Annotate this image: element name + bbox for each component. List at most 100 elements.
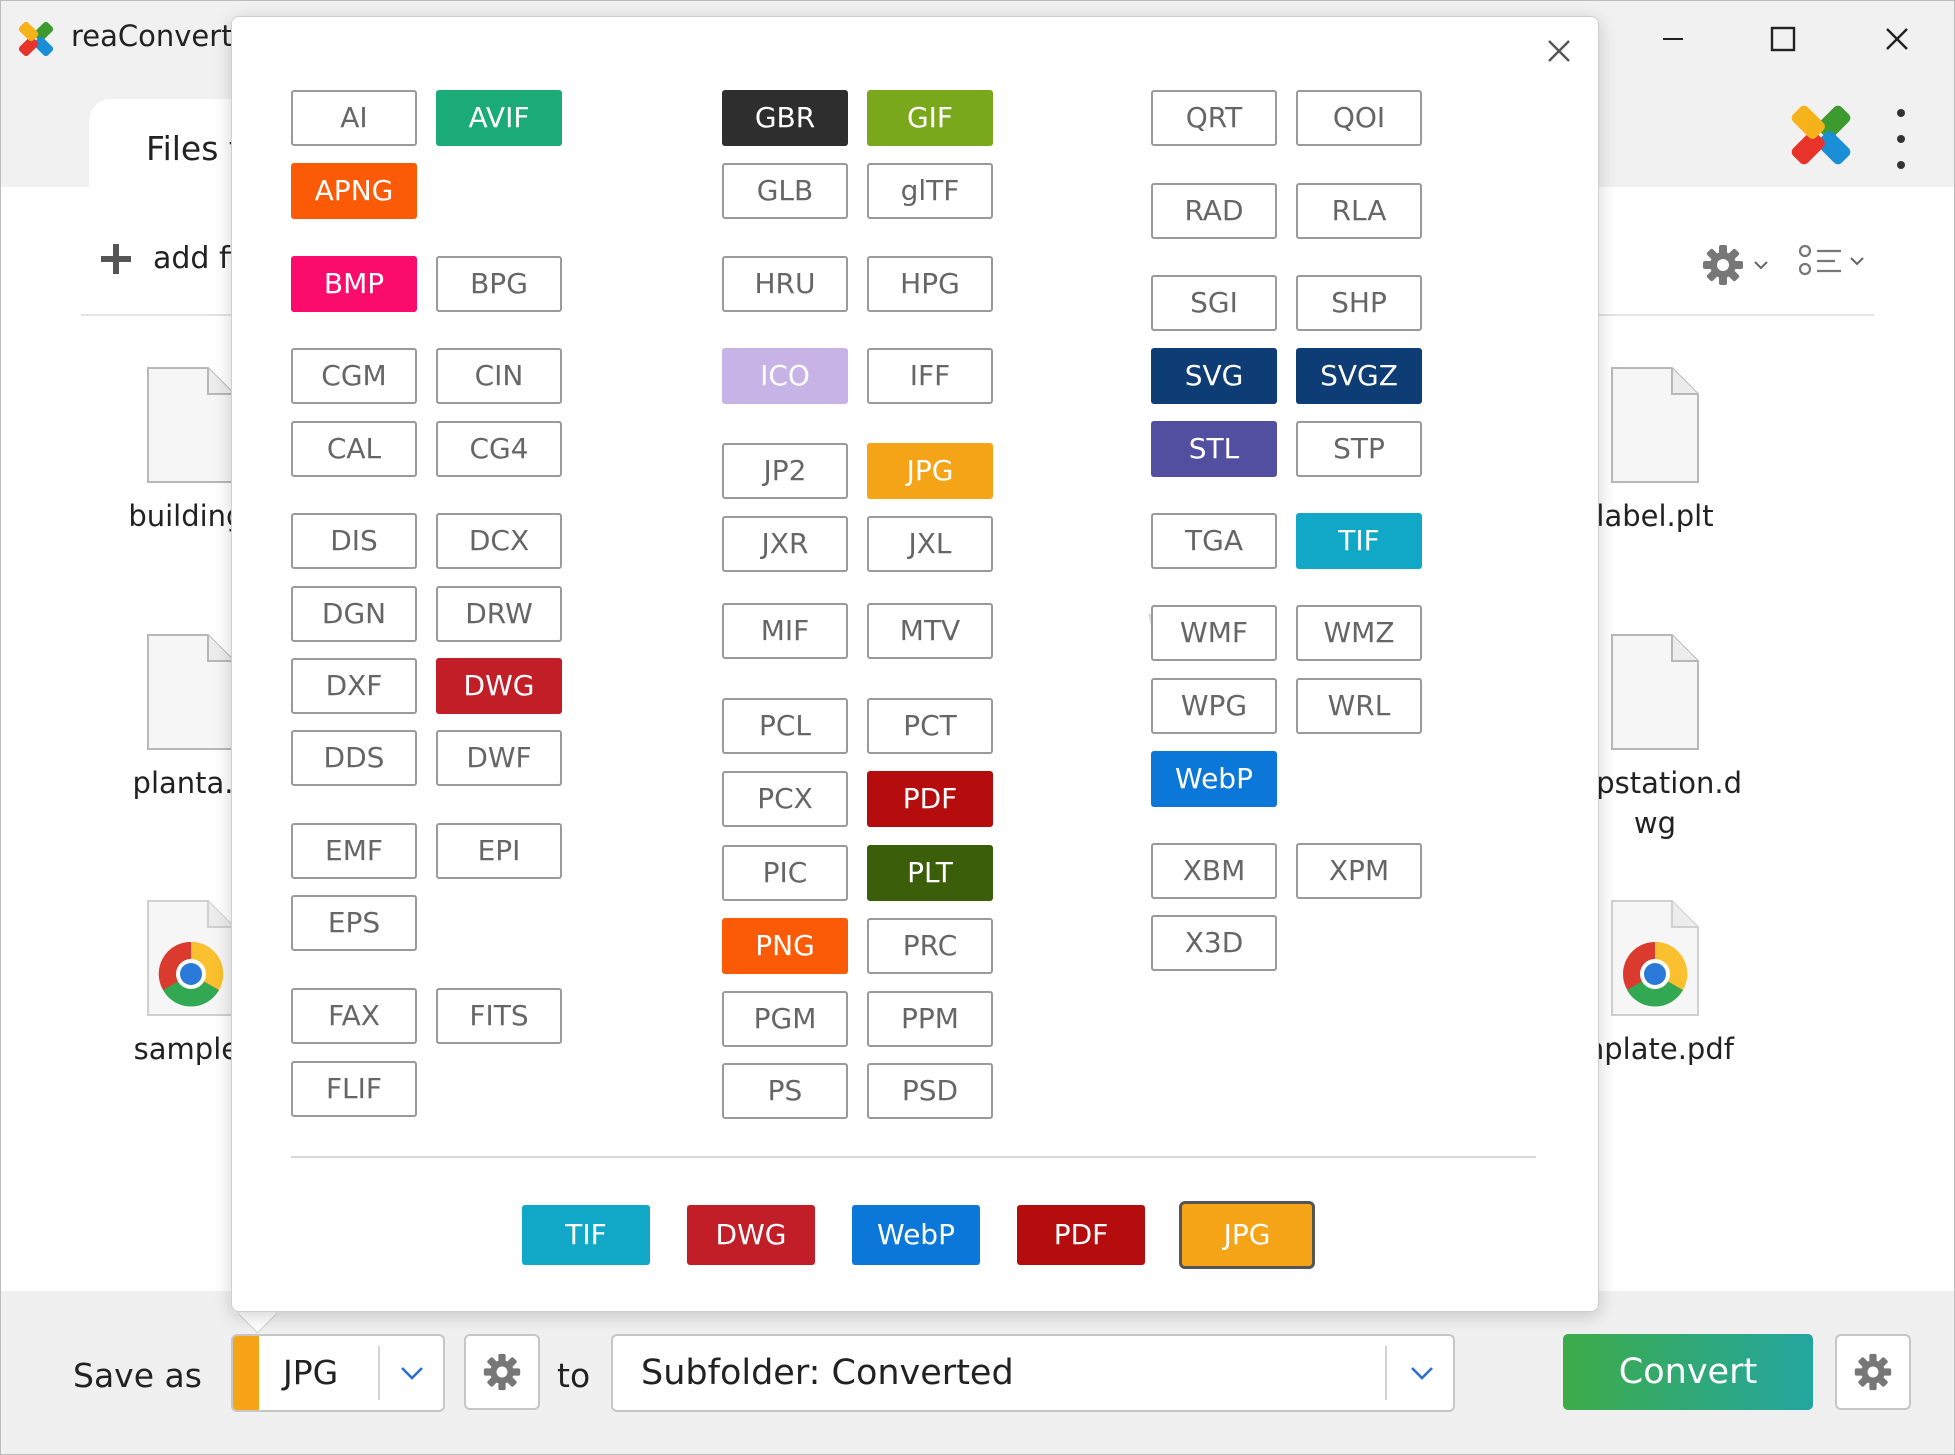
format-button-jxl[interactable]: JXL: [867, 516, 993, 572]
format-settings-button[interactable]: [464, 1334, 540, 1410]
format-button-ppm[interactable]: PPM: [867, 991, 993, 1047]
format-button-avif[interactable]: AVIF: [436, 90, 562, 146]
format-button-pdf[interactable]: PDF: [867, 771, 993, 827]
format-button-dwf[interactable]: DWF: [436, 730, 562, 786]
chevron-down-icon: [1850, 257, 1864, 266]
app-window: reaConverte Files t add fi building. lab…: [0, 0, 1955, 1455]
format-button-shp[interactable]: SHP: [1296, 275, 1422, 331]
format-button-tif[interactable]: TIF: [1296, 513, 1422, 569]
format-button-pcl[interactable]: PCL: [722, 698, 848, 754]
popup-close-button[interactable]: [1539, 31, 1579, 71]
close-window-button[interactable]: [1867, 15, 1927, 63]
format-button-cgm[interactable]: CGM: [291, 348, 417, 404]
format-button-wmz[interactable]: WMZ: [1296, 605, 1422, 661]
format-button-bmp[interactable]: BMP: [291, 256, 417, 312]
format-button-jpg[interactable]: JPG: [867, 443, 993, 499]
format-button-emf[interactable]: EMF: [291, 823, 417, 879]
format-button-png[interactable]: PNG: [722, 918, 848, 974]
format-button-prc[interactable]: PRC: [867, 918, 993, 974]
maximize-button[interactable]: [1753, 15, 1813, 63]
format-button-qoi[interactable]: QOI: [1296, 90, 1422, 146]
format-button-dcx[interactable]: DCX: [436, 513, 562, 569]
format-button-plt[interactable]: PLT: [867, 845, 993, 901]
format-button-drw[interactable]: DRW: [436, 586, 562, 642]
format-button-qrt[interactable]: QRT: [1151, 90, 1277, 146]
format-button-webp[interactable]: WebP: [1151, 751, 1277, 807]
chrome-pdf-icon: [147, 900, 235, 1016]
format-button-wrl[interactable]: WRL: [1296, 678, 1422, 734]
format-button-bpg[interactable]: BPG: [436, 256, 562, 312]
recent-format-tif[interactable]: TIF: [522, 1205, 650, 1265]
output-format-value: JPG: [283, 1353, 339, 1392]
format-button-x3d[interactable]: X3D: [1151, 915, 1277, 971]
format-button-wmf[interactable]: WMF: [1151, 605, 1277, 661]
format-button-dxf[interactable]: DXF: [291, 658, 417, 714]
format-button-dwg[interactable]: DWG: [436, 658, 562, 714]
output-format-select[interactable]: JPG: [231, 1334, 445, 1412]
format-button-pcx[interactable]: PCX: [722, 771, 848, 827]
settings-dropdown[interactable]: [1701, 243, 1771, 287]
recent-format-jpg[interactable]: JPG: [1179, 1201, 1315, 1269]
format-button-cin[interactable]: CIN: [436, 348, 562, 404]
format-button-apng[interactable]: APNG: [291, 163, 417, 219]
format-button-dis[interactable]: DIS: [291, 513, 417, 569]
convert-settings-button[interactable]: [1835, 1334, 1911, 1410]
format-button-hru[interactable]: HRU: [722, 256, 848, 312]
format-button-jxr[interactable]: JXR: [722, 516, 848, 572]
view-mode-dropdown[interactable]: [1799, 243, 1867, 279]
recent-format-webp[interactable]: WebP: [852, 1205, 980, 1265]
destination-select[interactable]: Subfolder: Converted: [611, 1334, 1455, 1412]
format-button-mif[interactable]: MIF: [722, 603, 848, 659]
format-button-jp2[interactable]: JP2: [722, 443, 848, 499]
recent-format-pdf[interactable]: PDF: [1017, 1205, 1145, 1265]
format-button-gbr[interactable]: GBR: [722, 90, 848, 146]
convert-button[interactable]: Convert: [1563, 1334, 1813, 1410]
format-button-ps[interactable]: PS: [722, 1063, 848, 1119]
maximize-icon: [1770, 26, 1796, 52]
format-button-pct[interactable]: PCT: [867, 698, 993, 754]
format-button-dds[interactable]: DDS: [291, 730, 417, 786]
gear-icon: [1854, 1353, 1892, 1391]
format-button-gif[interactable]: GIF: [867, 90, 993, 146]
format-button-dgn[interactable]: DGN: [291, 586, 417, 642]
format-button-sgi[interactable]: SGI: [1151, 275, 1277, 331]
format-button-cg4[interactable]: CG4: [436, 421, 562, 477]
format-button-xpm[interactable]: XPM: [1296, 843, 1422, 899]
brand-logo-icon[interactable]: [1785, 99, 1857, 171]
format-button-stl[interactable]: STL: [1151, 421, 1277, 477]
format-button-svg[interactable]: SVG: [1151, 348, 1277, 404]
format-button-stp[interactable]: STP: [1296, 421, 1422, 477]
format-button-pgm[interactable]: PGM: [722, 991, 848, 1047]
format-button-xbm[interactable]: XBM: [1151, 843, 1277, 899]
list-view-icon: [1799, 244, 1841, 276]
more-options-icon[interactable]: [1881, 109, 1921, 169]
format-button-pic[interactable]: PIC: [722, 845, 848, 901]
format-button-fax[interactable]: FAX: [291, 988, 417, 1044]
format-button-ai[interactable]: AI: [291, 90, 417, 146]
chevron-down-icon: [1754, 261, 1768, 270]
format-button-flif[interactable]: FLIF: [291, 1061, 417, 1117]
format-button-tga[interactable]: TGA: [1151, 513, 1277, 569]
format-button-mtv[interactable]: MTV: [867, 603, 993, 659]
format-button-ico[interactable]: ICO: [722, 348, 848, 404]
chevron-down-icon: [401, 1367, 423, 1380]
format-button-psd[interactable]: PSD: [867, 1063, 993, 1119]
add-files-label: add fi: [153, 241, 238, 276]
format-button-eps[interactable]: EPS: [291, 895, 417, 951]
recent-format-dwg[interactable]: DWG: [687, 1205, 815, 1265]
format-button-rad[interactable]: RAD: [1151, 183, 1277, 239]
add-files-button[interactable]: add fi: [101, 241, 238, 276]
format-button-svgz[interactable]: SVGZ: [1296, 348, 1422, 404]
format-button-wpg[interactable]: WPG: [1151, 678, 1277, 734]
format-button-epi[interactable]: EPI: [436, 823, 562, 879]
format-button-iff[interactable]: IFF: [867, 348, 993, 404]
format-button-glb[interactable]: GLB: [722, 163, 848, 219]
to-label: to: [557, 1356, 591, 1395]
tab-files-label: Files t: [146, 129, 242, 168]
format-button-gltf[interactable]: glTF: [867, 163, 993, 219]
format-button-fits[interactable]: FITS: [436, 988, 562, 1044]
format-button-hpg[interactable]: HPG: [867, 256, 993, 312]
format-button-rla[interactable]: RLA: [1296, 183, 1422, 239]
minimize-button[interactable]: [1643, 15, 1703, 63]
format-button-cal[interactable]: CAL: [291, 421, 417, 477]
